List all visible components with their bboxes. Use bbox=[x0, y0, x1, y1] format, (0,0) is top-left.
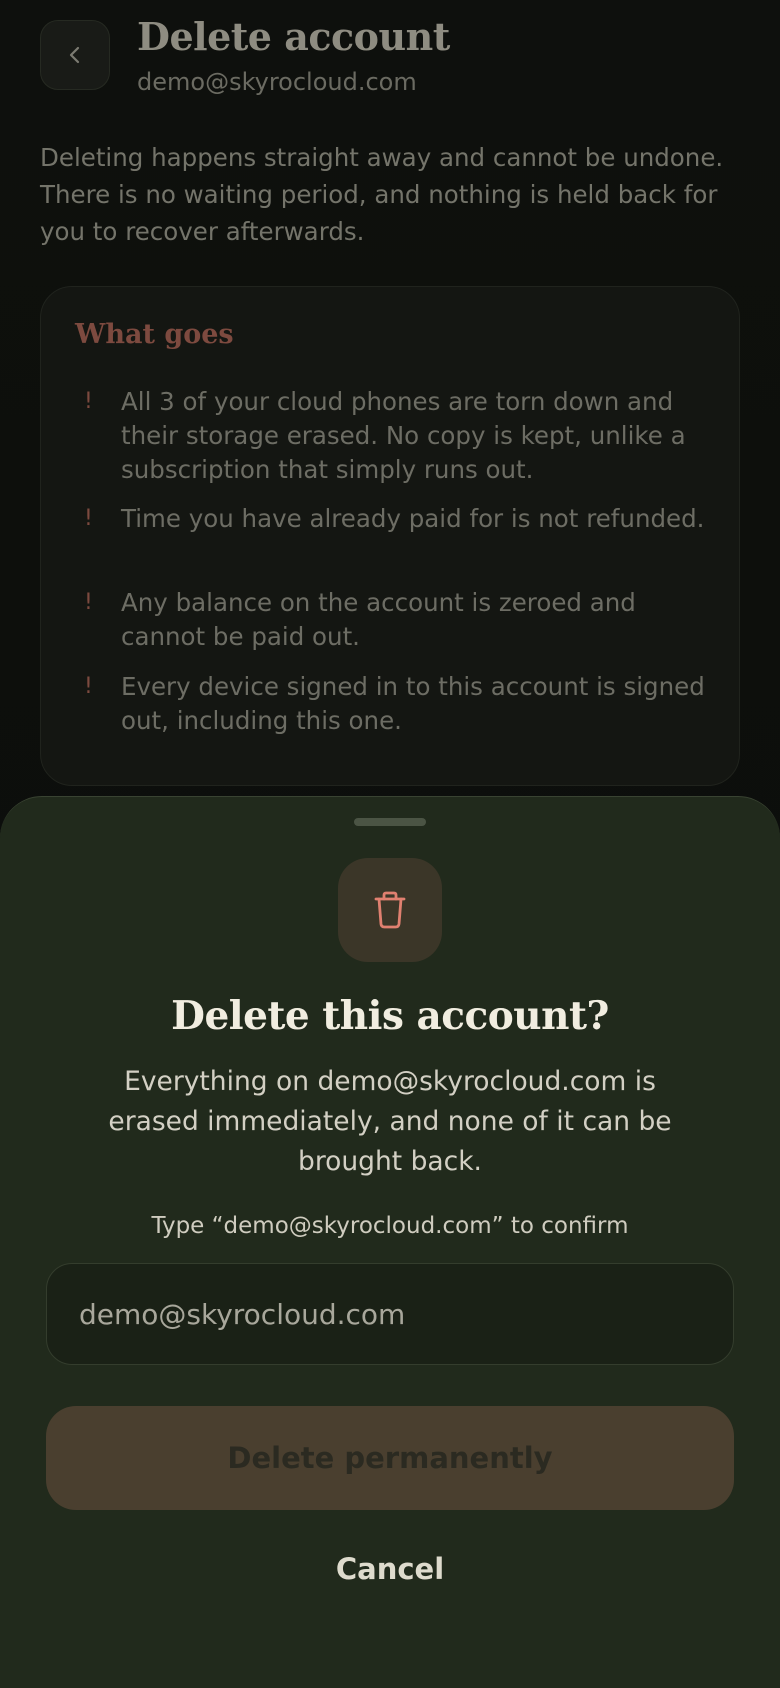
what-goes-title: What goes bbox=[75, 319, 234, 350]
what-goes-item-text: Every device signed in to this account i… bbox=[121, 672, 705, 735]
chevron-left-icon bbox=[69, 46, 80, 64]
back-button[interactable] bbox=[40, 20, 110, 90]
what-goes-item: ! Every device signed in to this account… bbox=[75, 670, 705, 738]
what-goes-item-text: All 3 of your cloud phones are torn down… bbox=[121, 387, 686, 484]
sheet-message: Everything on demo@skyrocloud.com is era… bbox=[108, 1066, 672, 1177]
what-goes-item-text: Time you have already paid for is not re… bbox=[121, 504, 705, 533]
trash-icon-badge bbox=[338, 858, 442, 962]
delete-permanently-button[interactable]: Delete permanently bbox=[46, 1406, 734, 1510]
account-email: demo@skyrocloud.com bbox=[137, 68, 417, 96]
cancel-button[interactable]: Cancel bbox=[290, 1539, 490, 1599]
what-goes-item: ! All 3 of your cloud phones are torn do… bbox=[75, 385, 705, 487]
what-goes-item: ! Any balance on the account is zeroed a… bbox=[75, 586, 705, 654]
sheet-drag-handle[interactable] bbox=[354, 818, 426, 826]
trash-icon bbox=[374, 891, 406, 929]
delete-confirm-sheet: Delete this account? Everything on demo@… bbox=[0, 796, 780, 1688]
sheet-title: Delete this account? bbox=[171, 993, 609, 1039]
intro-text: Deleting happens straight away and canno… bbox=[40, 143, 724, 246]
what-goes-item: ! Time you have already paid for is not … bbox=[75, 502, 705, 536]
warning-mark-icon: ! bbox=[84, 674, 93, 699]
warning-mark-icon: ! bbox=[84, 590, 93, 615]
confirm-label: Type “demo@skyrocloud.com” to confirm bbox=[151, 1213, 629, 1239]
page-title: Delete account bbox=[137, 14, 450, 59]
what-goes-card: What goes ! All 3 of your cloud phones a… bbox=[40, 286, 740, 786]
warning-mark-icon: ! bbox=[84, 506, 93, 531]
warning-mark-icon: ! bbox=[84, 389, 93, 414]
confirm-email-input[interactable] bbox=[46, 1263, 734, 1365]
what-goes-item-text: Any balance on the account is zeroed and… bbox=[121, 588, 636, 651]
